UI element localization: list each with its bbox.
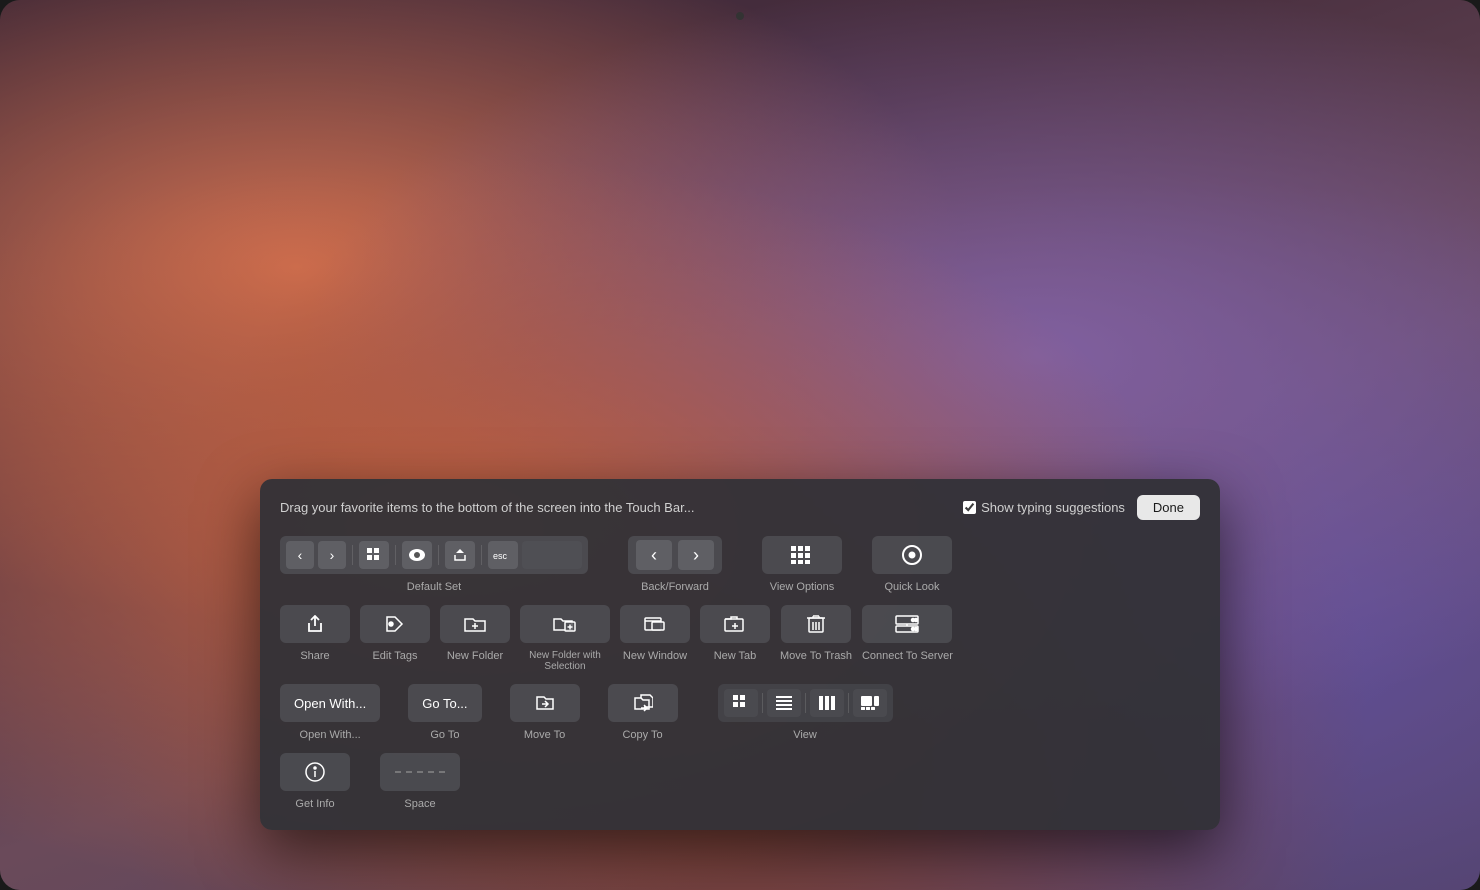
space-item[interactable]: Space <box>380 753 460 810</box>
share-item[interactable]: Share <box>280 605 350 662</box>
grid-mini-btn[interactable] <box>359 541 389 569</box>
new-window-item[interactable]: New Window <box>620 605 690 662</box>
view-bar-item[interactable]: View <box>718 684 893 741</box>
move-to-btn[interactable] <box>510 684 580 722</box>
default-set-item[interactable]: ‹ › <box>280 536 588 593</box>
header-right: Show typing suggestions Done <box>963 495 1200 520</box>
edit-tags-item[interactable]: Edit Tags <box>360 605 430 662</box>
new-window-btn[interactable] <box>620 605 690 643</box>
new-window-label: New Window <box>623 650 687 662</box>
space-dots <box>395 771 445 773</box>
row-4: Get Info Space <box>280 753 1200 810</box>
row-2: Share Edit Tags <box>280 605 1200 672</box>
new-folder-selection-item[interactable]: New Folder with Selection <box>520 605 610 672</box>
move-to-trash-btn[interactable] <box>781 605 851 643</box>
connect-to-server-label: Connect To Server <box>862 650 953 662</box>
new-folder-label: New Folder <box>447 650 503 662</box>
forward-mini-btn[interactable]: › <box>318 541 346 569</box>
back-forward-label: Back/Forward <box>641 581 709 593</box>
forward-btn[interactable]: › <box>678 540 714 570</box>
divider-4 <box>481 545 482 565</box>
back-mini-btn[interactable]: ‹ <box>286 541 314 569</box>
new-folder-selection-btn[interactable] <box>520 605 610 643</box>
go-to-btn[interactable]: Go To... <box>408 684 481 722</box>
divider-2 <box>395 545 396 565</box>
divider-1 <box>352 545 353 565</box>
show-typing-checkbox[interactable] <box>963 501 976 514</box>
new-folder-item[interactable]: New Folder <box>440 605 510 662</box>
back-btn[interactable]: ‹ <box>636 540 672 570</box>
space-btn[interactable] <box>380 753 460 791</box>
open-with-label: Open With... <box>300 729 361 741</box>
back-forward-bar[interactable]: ‹ › <box>628 536 722 574</box>
done-button[interactable]: Done <box>1137 495 1200 520</box>
share-mini-btn[interactable] <box>445 541 475 569</box>
copy-to-label: Copy To <box>622 729 662 741</box>
go-to-label: Go To <box>430 729 459 741</box>
open-with-item[interactable]: Open With... Open With... <box>280 684 380 741</box>
share-btn[interactable] <box>280 605 350 643</box>
connect-to-server-item[interactable]: Connect To Server <box>862 605 953 662</box>
get-info-item[interactable]: Get Info <box>280 753 350 810</box>
go-to-item[interactable]: Go To... Go To <box>408 684 481 741</box>
view-list-btn[interactable] <box>767 689 801 717</box>
view-icon-btn[interactable] <box>724 689 758 717</box>
divider2 <box>805 693 806 713</box>
quick-look-btn[interactable] <box>872 536 952 574</box>
spacer-bar <box>522 541 582 569</box>
get-info-btn[interactable] <box>280 753 350 791</box>
new-folder-selection-label: New Folder with Selection <box>529 650 601 672</box>
new-folder-btn[interactable] <box>440 605 510 643</box>
eye-mini-btn[interactable] <box>402 541 432 569</box>
divider3 <box>848 693 849 713</box>
show-typing-label[interactable]: Show typing suggestions <box>963 500 1125 515</box>
dialog-instruction: Drag your favorite items to the bottom o… <box>280 500 695 515</box>
view-options-btn[interactable] <box>762 536 842 574</box>
view-label: View <box>793 729 817 741</box>
divider <box>762 693 763 713</box>
quick-look-label: Quick Look <box>884 581 939 593</box>
default-set-bar[interactable]: ‹ › <box>280 536 588 574</box>
new-tab-label: New Tab <box>714 650 757 662</box>
dialog-header: Drag your favorite items to the bottom o… <box>280 495 1200 520</box>
move-to-trash-item[interactable]: Move To Trash <box>780 605 852 662</box>
view-options-item[interactable]: View Options <box>762 536 842 593</box>
space-label: Space <box>404 798 435 810</box>
default-set-label: Default Set <box>407 581 461 593</box>
move-to-label: Move To <box>524 729 565 741</box>
macbook-frame: Drag your favorite items to the bottom o… <box>0 0 1480 890</box>
esc-mini-btn[interactable]: esc <box>488 541 518 569</box>
edit-tags-btn[interactable] <box>360 605 430 643</box>
get-info-label: Get Info <box>295 798 334 810</box>
items-grid: ‹ › <box>280 536 1200 810</box>
back-forward-item[interactable]: ‹ › Back/Forward <box>628 536 722 593</box>
move-to-trash-label: Move To Trash <box>780 650 852 662</box>
customize-touchbar-dialog: Drag your favorite items to the bottom o… <box>260 479 1220 830</box>
open-with-btn[interactable]: Open With... <box>280 684 380 722</box>
divider-3 <box>438 545 439 565</box>
move-to-item[interactable]: Move To <box>510 684 580 741</box>
svg-text:esc: esc <box>493 551 508 561</box>
connect-to-server-btn[interactable] <box>862 605 952 643</box>
new-tab-item[interactable]: New Tab <box>700 605 770 662</box>
copy-to-item[interactable]: Copy To <box>608 684 678 741</box>
row-1: ‹ › <box>280 536 1200 593</box>
new-tab-btn[interactable] <box>700 605 770 643</box>
share-label: Share <box>300 650 329 662</box>
quick-look-item[interactable]: Quick Look <box>872 536 952 593</box>
view-options-label: View Options <box>770 581 835 593</box>
camera <box>736 12 744 20</box>
edit-tags-label: Edit Tags <box>372 650 417 662</box>
view-column-btn[interactable] <box>810 689 844 717</box>
view-bar[interactable] <box>718 684 893 722</box>
row-3: Open With... Open With... Go To... Go To <box>280 684 1200 741</box>
copy-to-btn[interactable] <box>608 684 678 722</box>
view-gallery-btn[interactable] <box>853 689 887 717</box>
